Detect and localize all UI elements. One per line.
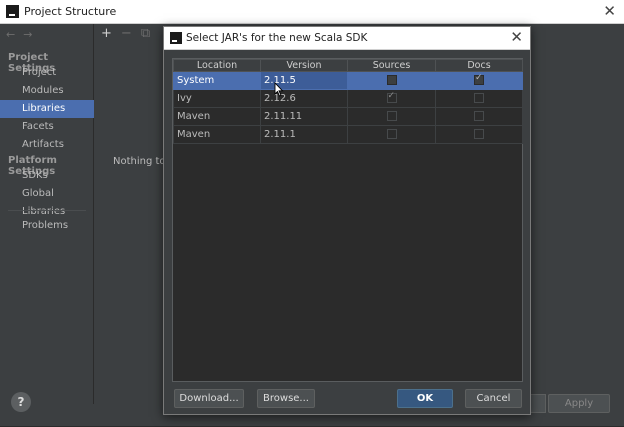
sidebar-item-libraries[interactable]: Libraries	[0, 100, 94, 118]
cell-version: 2.11.11	[260, 107, 348, 126]
window-title-bar: Project Structure ✕	[0, 0, 624, 24]
add-icon[interactable]: +	[101, 26, 112, 41]
column-header-sources[interactable]: Sources	[347, 59, 436, 72]
table-header-row: Location Version Sources Docs	[173, 59, 523, 72]
table-row[interactable]: Ivy 2.12.6	[173, 89, 523, 108]
hidden-button-edge	[530, 394, 546, 413]
sidebar-item-project[interactable]: Project	[0, 64, 94, 82]
intellij-app-icon	[6, 5, 19, 18]
apply-button[interactable]: Apply	[548, 394, 610, 413]
ok-button[interactable]: OK	[397, 389, 453, 408]
libraries-toolbar: + − ⧉	[101, 26, 159, 41]
browse-button[interactable]: Browse...	[257, 389, 315, 408]
dialog-title: Select JAR's for the new Scala SDK	[186, 32, 368, 44]
sidebar-divider	[8, 210, 86, 211]
copy-icon[interactable]: ⧉	[141, 26, 150, 41]
cell-location: Ivy	[173, 89, 261, 108]
jar-table: Location Version Sources Docs System 2.1…	[172, 58, 523, 382]
select-jars-dialog: Select JAR's for the new Scala SDK ✕ Loc…	[163, 26, 531, 415]
cell-location: System	[173, 71, 261, 90]
dialog-title-bar: Select JAR's for the new Scala SDK ✕	[164, 27, 530, 50]
sidebar-item-modules[interactable]: Modules	[0, 82, 94, 100]
column-header-location[interactable]: Location	[173, 59, 261, 72]
column-header-docs[interactable]: Docs	[435, 59, 523, 72]
sources-checkbox[interactable]	[386, 91, 397, 103]
sidebar-item-sdks[interactable]: SDKs	[0, 167, 94, 185]
docs-checkbox[interactable]	[474, 129, 484, 139]
forward-arrow-icon[interactable]: →	[23, 28, 32, 41]
cell-location: Maven	[173, 125, 261, 144]
docs-checkbox[interactable]	[474, 93, 484, 103]
table-row[interactable]: Maven 2.11.1	[173, 125, 523, 144]
sources-checkbox[interactable]	[386, 111, 397, 121]
column-header-version[interactable]: Version	[260, 59, 348, 72]
docs-checkbox[interactable]	[474, 111, 484, 121]
dialog-close-icon[interactable]: ✕	[510, 29, 523, 46]
cell-location: Maven	[173, 107, 261, 126]
table-row[interactable]: System 2.11.5	[173, 71, 523, 90]
sidebar-item-problems[interactable]: Problems	[0, 217, 94, 235]
sidebar: ← → Project Settings Project Modules Libr…	[0, 24, 94, 404]
sources-checkbox[interactable]	[386, 129, 397, 139]
docs-checkbox[interactable]	[474, 73, 484, 85]
cancel-button[interactable]: Cancel	[465, 389, 522, 408]
help-icon[interactable]: ?	[11, 392, 31, 412]
remove-icon[interactable]: −	[121, 26, 132, 41]
download-button[interactable]: Download...	[174, 389, 244, 408]
window-close-icon[interactable]: ✕	[603, 3, 616, 19]
sidebar-item-facets[interactable]: Facets	[0, 118, 94, 136]
sidebar-item-global-libraries[interactable]: Global Libraries	[0, 185, 94, 217]
cell-version: 2.11.1	[260, 125, 348, 144]
sidebar-item-artifacts[interactable]: Artifacts	[0, 136, 94, 154]
intellij-dialog-icon	[170, 32, 182, 44]
sources-checkbox[interactable]	[386, 75, 397, 85]
window-title: Project Structure	[24, 5, 117, 18]
nav-arrows: ← →	[6, 28, 40, 41]
table-row[interactable]: Maven 2.11.11	[173, 107, 523, 126]
back-arrow-icon[interactable]: ←	[6, 28, 15, 41]
